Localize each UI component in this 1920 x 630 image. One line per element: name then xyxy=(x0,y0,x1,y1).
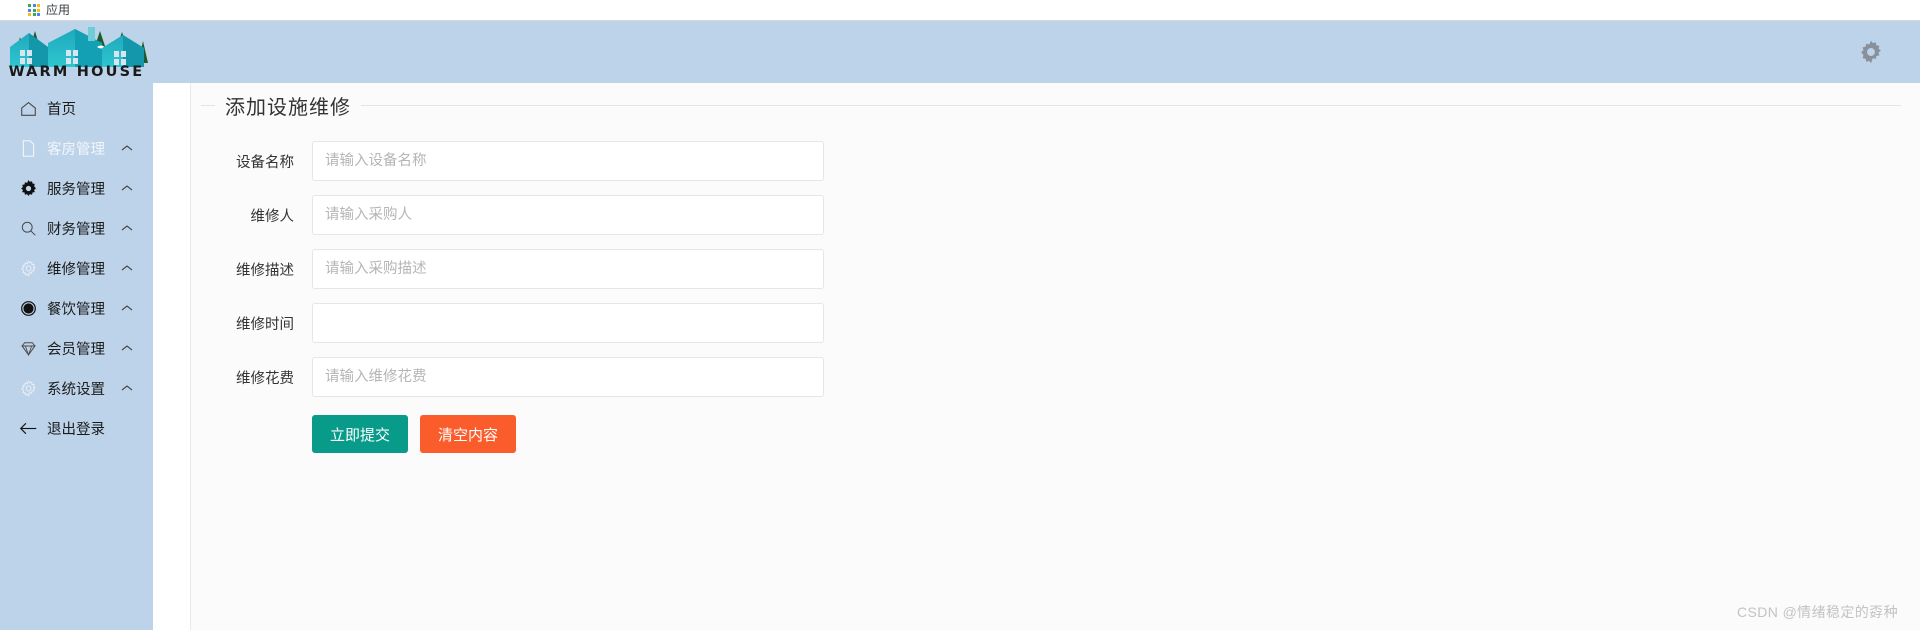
sidebar-item-logout-label: 退出登录 xyxy=(47,421,105,438)
sidebar-item-catering[interactable]: 餐饮管理 xyxy=(0,288,153,328)
sidebar-item-home[interactable]: 首页 xyxy=(0,88,153,128)
warm-house-logo-icon xyxy=(10,27,148,67)
chevron-up-icon[interactable] xyxy=(121,339,133,357)
form-row-repair-cost: 维修花费 xyxy=(201,357,1901,397)
apps-grid-icon xyxy=(28,4,40,16)
circle-dot-icon xyxy=(18,298,38,318)
sidebar-item-members-label: 会员管理 xyxy=(47,341,105,358)
sidebar-item-finance-label: 财务管理 xyxy=(47,221,105,238)
repair-cost-input[interactable] xyxy=(312,357,824,397)
chevron-up-icon[interactable] xyxy=(121,219,133,237)
sidebar-item-maintenance[interactable]: 维修管理 xyxy=(0,248,153,288)
sidebar-logo[interactable]: WARM HOUSE xyxy=(0,21,153,83)
sidebar-item-home-label: 首页 xyxy=(47,101,76,118)
sidebar-brand-text: WARM HOUSE xyxy=(8,64,145,80)
gear-solid-icon xyxy=(18,178,38,198)
arrow-left-icon xyxy=(18,418,38,438)
chevron-up-icon[interactable] xyxy=(121,259,133,277)
sidebar: WARM HOUSE 首页 客房管理 服务管理 财务管理 维修管理 餐饮管理 会… xyxy=(0,21,153,630)
top-header-bar xyxy=(153,21,1920,83)
settings-gear-icon[interactable] xyxy=(1858,39,1884,65)
search-icon xyxy=(18,218,38,238)
gear-outline-icon xyxy=(18,378,38,398)
clear-button[interactable]: 清空内容 xyxy=(420,415,517,453)
gear-outline-icon xyxy=(18,258,38,278)
submit-button[interactable]: 立即提交 xyxy=(312,415,409,453)
repair-person-label: 维修人 xyxy=(250,208,295,225)
repair-description-label: 维修描述 xyxy=(236,262,294,279)
document-icon xyxy=(18,138,38,158)
sidebar-item-maintenance-label: 维修管理 xyxy=(47,261,105,278)
chevron-up-icon[interactable] xyxy=(121,379,133,397)
equipment-name-input[interactable] xyxy=(312,141,824,181)
csdn-watermark: CSDN @情绪稳定的孬种 xyxy=(1737,604,1898,620)
chevron-up-icon[interactable] xyxy=(121,299,133,317)
sidebar-item-system-settings-label: 系统设置 xyxy=(47,381,105,398)
content-panel: 添加设施维修 设备名称维修人维修描述维修时间维修花费立即提交清空内容 CSDN … xyxy=(190,83,1920,630)
form-row-repair-description: 维修描述 xyxy=(201,249,1901,289)
sidebar-item-rooms[interactable]: 客房管理 xyxy=(0,128,153,168)
sidebar-nav: 首页 客房管理 服务管理 财务管理 维修管理 餐饮管理 会员管理 系统设置 退出… xyxy=(0,88,153,448)
repair-cost-label: 维修花费 xyxy=(236,370,294,387)
sidebar-item-logout[interactable]: 退出登录 xyxy=(0,408,153,448)
bookmark-apps-label: 应用 xyxy=(46,3,71,17)
form-row-repair-time: 维修时间 xyxy=(201,303,1901,343)
equipment-name-label: 设备名称 xyxy=(236,154,294,171)
sidebar-item-service[interactable]: 服务管理 xyxy=(0,168,153,208)
repair-person-input[interactable] xyxy=(312,195,824,235)
sidebar-item-finance[interactable]: 财务管理 xyxy=(0,208,153,248)
chevron-up-icon[interactable] xyxy=(121,179,133,197)
form-row-equipment-name: 设备名称 xyxy=(201,141,1901,181)
sidebar-item-catering-label: 餐饮管理 xyxy=(47,301,105,318)
chevron-up-icon[interactable] xyxy=(121,139,133,157)
bookmark-apps[interactable]: 应用 xyxy=(28,4,70,16)
home-icon xyxy=(18,98,38,118)
repair-time-input[interactable] xyxy=(312,303,824,343)
sidebar-item-system-settings[interactable]: 系统设置 xyxy=(0,368,153,408)
diamond-icon xyxy=(18,338,38,358)
sidebar-item-members[interactable]: 会员管理 xyxy=(0,328,153,368)
repair-time-label: 维修时间 xyxy=(236,316,294,333)
sidebar-item-service-label: 服务管理 xyxy=(47,181,105,198)
form-actions: 立即提交 清空内容 xyxy=(201,415,1901,453)
form-row-repair-person: 维修人 xyxy=(201,195,1901,235)
page-title: 添加设施维修 xyxy=(215,91,361,120)
form-fieldset: 添加设施维修 设备名称维修人维修描述维修时间维修花费立即提交清空内容 xyxy=(201,91,1901,585)
facility-repair-form: 设备名称维修人维修描述维修时间维修花费立即提交清空内容 xyxy=(201,141,1901,453)
sidebar-item-rooms-label: 客房管理 xyxy=(47,141,105,158)
repair-description-input[interactable] xyxy=(312,249,824,289)
browser-bookmark-bar: 应用 xyxy=(0,0,1920,21)
